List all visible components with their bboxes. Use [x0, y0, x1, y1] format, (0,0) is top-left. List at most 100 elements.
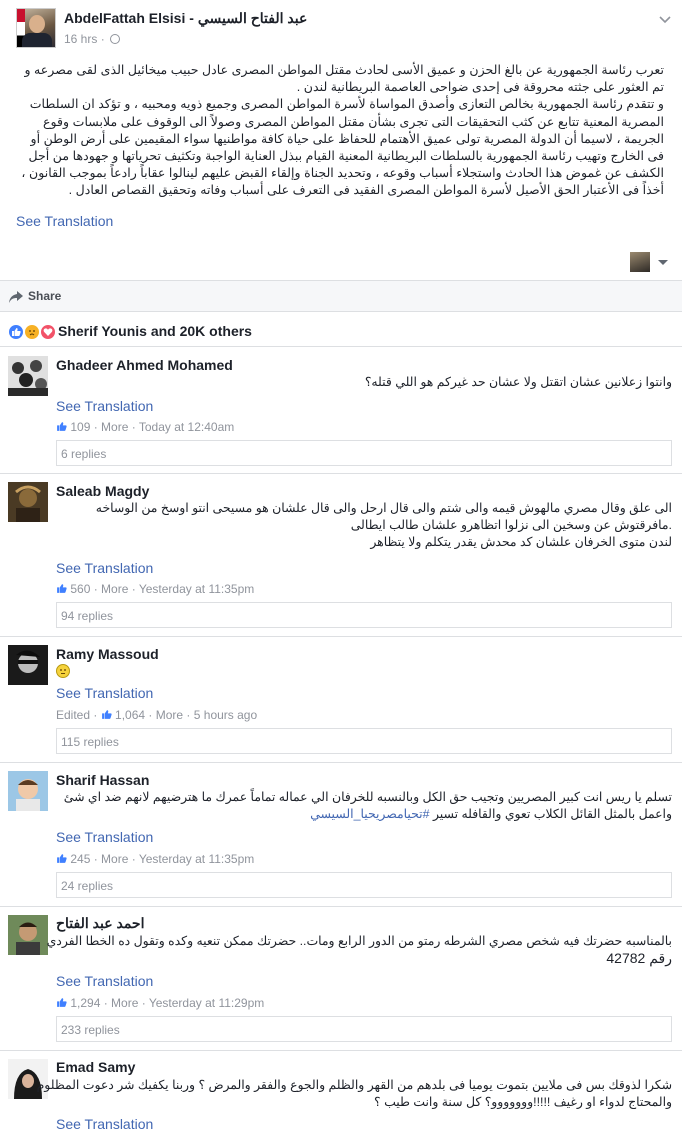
reactions-summary[interactable]: Sherif Younis and 20K others — [58, 323, 252, 339]
comment-text: تسلم يا ريس انت كبير المصريين وتجيب حق ا… — [56, 789, 672, 823]
replies-link[interactable]: 115 replies — [56, 728, 672, 754]
comment-line: .مافرقتوش عن وسخين الى نزلوا اتظاهرو علش… — [350, 518, 672, 532]
post-see-translation-link[interactable]: See Translation — [16, 213, 113, 229]
post-actions-row — [0, 248, 682, 278]
replies-count: 94 replies — [61, 609, 114, 623]
sad-reaction-icon[interactable] — [24, 324, 40, 340]
share-bar: Share — [0, 280, 682, 312]
comment-line: رقم 42782 — [606, 950, 672, 966]
replies-count: 6 replies — [61, 447, 107, 461]
comment-text: وانتوا زعلانين عشان اتقتل ولا عشان حد غي… — [56, 374, 672, 391]
comment-meta: Edited · 1,064 · More · 5 hours ago — [56, 708, 258, 722]
comment-text: شكرا لذوقك بس فى ملايين بتموت يوميا فى ب… — [36, 1077, 672, 1111]
see-translation-link[interactable]: See Translation — [56, 398, 153, 414]
divider — [0, 636, 682, 637]
comment-author[interactable]: احمد عبد الفتاح — [56, 915, 144, 932]
replies-count: 233 replies — [61, 1023, 120, 1037]
comment-meta: 245 · More · Yesterday at 11:35pm — [56, 852, 254, 866]
love-reaction-icon[interactable] — [40, 324, 56, 340]
comment-meta: 109 · More · Today at 12:40am — [56, 420, 234, 434]
replies-link[interactable]: 94 replies — [56, 602, 672, 628]
more-link[interactable]: More — [101, 582, 128, 596]
share-arrow-icon[interactable] — [8, 290, 24, 304]
divider — [0, 346, 682, 347]
comment-time[interactable]: Today at 12:40am — [139, 420, 234, 434]
replies-link[interactable]: 24 replies — [56, 872, 672, 898]
comment-time[interactable]: Yesterday at 11:29pm — [149, 996, 264, 1010]
smiley-emoji-icon — [56, 664, 70, 678]
hashtag-link[interactable]: #تحيامصريحيا_السيسي — [310, 807, 429, 821]
like-count[interactable]: 560 — [70, 582, 90, 596]
like-count[interactable]: 1,064 — [115, 708, 145, 722]
divider — [0, 762, 682, 763]
divider — [0, 473, 682, 474]
edited-label[interactable]: Edited — [56, 708, 90, 722]
comment-time[interactable]: Yesterday at 11:35pm — [139, 852, 254, 866]
more-link[interactable]: More — [156, 708, 183, 722]
comment-author[interactable]: Ghadeer Ahmed Mohamed — [56, 357, 233, 373]
post-time[interactable]: 16 hrs — [64, 32, 97, 46]
commenter-avatar[interactable] — [8, 771, 48, 811]
comment-line: الى علق وقال مصري مالهوش قيمه والى شتم و… — [95, 501, 672, 515]
commenter-avatar[interactable] — [8, 356, 48, 396]
post-meta: 16 hrs · — [64, 32, 121, 46]
see-translation-link[interactable]: See Translation — [56, 1116, 153, 1132]
post-paragraph: تعرب رئاسة الجمهورية عن بالغ الحزن و عمي… — [24, 63, 664, 95]
page-avatar[interactable] — [16, 8, 56, 48]
like-count[interactable]: 1,294 — [70, 996, 100, 1010]
see-translation-link[interactable]: See Translation — [56, 560, 153, 576]
more-link[interactable]: More — [101, 420, 128, 434]
meta-separator: · — [100, 32, 105, 46]
replies-count: 115 replies — [61, 735, 119, 749]
comment-line: وانتوا زعلانين عشان اتقتل ولا عشان حد غي… — [364, 375, 672, 389]
like-count[interactable]: 245 — [70, 852, 90, 866]
see-translation-link[interactable]: See Translation — [56, 973, 153, 989]
comment-time[interactable]: Yesterday at 11:35pm — [139, 582, 254, 596]
comment-line: والمحتاج لدواء او رغيف !!!!!ووووووو؟ كل … — [374, 1095, 672, 1109]
divider — [0, 1050, 682, 1051]
like-count[interactable]: 109 — [70, 420, 90, 434]
comment-author[interactable]: Saleab Magdy — [56, 483, 149, 499]
post-header: AbdelFattah Elsisi - عبد الفتاح السيسي 1… — [16, 8, 676, 52]
page-name[interactable]: AbdelFattah Elsisi - عبد الفتاح السيسي — [64, 10, 307, 27]
comment-line-text: واعمل بالمثل القائل الكلاب تعوي والقافله… — [432, 807, 672, 821]
commenter-avatar[interactable] — [8, 482, 48, 522]
comment-line: شكرا لذوقك بس فى ملايين بتموت يوميا فى ب… — [36, 1078, 672, 1092]
share-button[interactable]: Share — [28, 289, 61, 303]
replies-link[interactable]: 6 replies — [56, 440, 672, 466]
more-link[interactable]: More — [101, 852, 128, 866]
see-translation-link[interactable]: See Translation — [56, 685, 153, 701]
comment-text: الى علق وقال مصري مالهوش قيمه والى شتم و… — [56, 500, 672, 551]
facebook-post: AbdelFattah Elsisi - عبد الفتاح السيسي 1… — [0, 0, 682, 1143]
comment-line: تسلم يا ريس انت كبير المصريين وتجيب حق ا… — [63, 790, 672, 804]
post-paragraph: و تتقدم رئاسة الجمهورية بخالص التعازى وأ… — [21, 97, 664, 198]
divider — [0, 906, 682, 907]
replies-link[interactable]: 233 replies — [56, 1016, 672, 1042]
caret-down-icon[interactable] — [658, 260, 668, 265]
reactions-bar: Sherif Younis and 20K others — [0, 316, 682, 346]
thumbs-up-icon — [57, 584, 67, 593]
like-reaction-icon[interactable] — [8, 324, 24, 340]
comment-meta: 560 · More · Yesterday at 11:35pm — [56, 582, 254, 596]
comment-text: بالمناسبه حضرتك فيه شخص مصري الشرطه رمتو… — [46, 933, 672, 967]
viewer-avatar[interactable] — [630, 252, 650, 272]
chevron-down-icon[interactable] — [658, 12, 672, 26]
commenter-avatar[interactable] — [8, 645, 48, 685]
comment-line: لندن متوى الخرفان علشان كد محدش يقدر يتك… — [370, 535, 672, 549]
thumbs-up-icon — [57, 854, 67, 863]
more-link[interactable]: More — [111, 996, 138, 1010]
post-body: تعرب رئاسة الجمهورية عن بالغ الحزن و عمي… — [16, 62, 664, 200]
comment-meta: 1,294 · More · Yesterday at 11:29pm — [56, 996, 264, 1010]
comment-author[interactable]: Emad Samy — [56, 1059, 135, 1075]
comment-author[interactable]: Ramy Massoud — [56, 646, 159, 662]
comment-author[interactable]: Sharif Hassan — [56, 772, 149, 788]
globe-icon — [110, 34, 121, 44]
thumbs-up-icon — [57, 998, 67, 1007]
replies-count: 24 replies — [61, 879, 114, 893]
comment-line: واعمل بالمثل القائل الكلاب تعوي والقافله… — [56, 806, 672, 823]
comment-line: بالمناسبه حضرتك فيه شخص مصري الشرطه رمتو… — [46, 934, 672, 948]
thumbs-up-icon — [101, 710, 112, 719]
see-translation-link[interactable]: See Translation — [56, 829, 153, 845]
commenter-avatar[interactable] — [8, 915, 48, 955]
comment-time[interactable]: 5 hours ago — [194, 708, 257, 722]
